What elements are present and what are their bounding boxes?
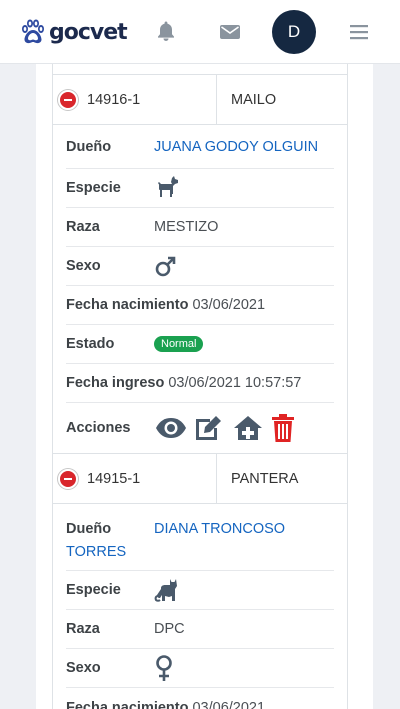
species-label: Especie xyxy=(66,582,121,598)
status-badge: Normal xyxy=(154,336,204,352)
birthdate-row: Fecha nacimiento 03/06/2021 xyxy=(66,688,334,709)
table-row[interactable]: 14916-1 MAILO xyxy=(53,75,347,125)
owner-line-1: DIANA TRONCOSO xyxy=(154,521,286,537)
hospitalize-house-icon[interactable] xyxy=(232,414,264,442)
status-label: Estado xyxy=(66,336,115,352)
record-name-cell: MAILO xyxy=(217,75,347,124)
record-code: 14916-1 xyxy=(87,91,141,108)
species-label: Especie xyxy=(66,180,121,196)
record-name-cell: PANTERA xyxy=(217,454,347,503)
breed-row: Raza MESTIZO xyxy=(66,208,334,247)
male-icon xyxy=(155,256,176,277)
actions-label: Acciones xyxy=(66,420,131,436)
actions-row: Acciones xyxy=(66,403,334,453)
record-code: 14915-1 xyxy=(87,470,141,487)
owner-row: Dueño DIANA TRONCOSO TORRES xyxy=(66,504,334,571)
owner-link[interactable]: JUANA GODOY OLGUIN xyxy=(154,139,318,155)
record-code-cell: 14916-1 xyxy=(53,75,217,124)
entry-date-label: Fecha ingreso xyxy=(66,375,165,391)
birthdate-label: Fecha nacimiento xyxy=(66,297,189,313)
breed-value: DPC xyxy=(154,621,185,637)
brand-logo[interactable]: gocvet xyxy=(19,16,128,48)
species-row: Especie xyxy=(66,571,334,610)
patients-panel: 14916-1 MAILO Dueño JUANA GODOY OLGUIN E… xyxy=(36,64,373,709)
owner-line-2: TORRES xyxy=(66,544,127,560)
dog-icon xyxy=(158,176,178,197)
record-details: Dueño DIANA TRONCOSO TORRES Especie Raza … xyxy=(53,504,347,709)
breed-label: Raza xyxy=(66,621,100,637)
owner-label: Dueño xyxy=(66,138,112,155)
collapse-minus-icon[interactable] xyxy=(58,468,78,489)
status-row: Estado Normal xyxy=(66,325,334,364)
owner-label: Dueño xyxy=(66,521,112,537)
sex-label: Sexo xyxy=(66,660,101,676)
sex-row: Sexo xyxy=(66,649,334,688)
envelope-icon[interactable] xyxy=(220,24,240,40)
patient-name: PANTERA xyxy=(231,470,299,487)
delete-trash-icon[interactable] xyxy=(270,413,296,443)
record-details: Dueño JUANA GODOY OLGUIN Especie Raza ME… xyxy=(53,125,347,454)
breed-row: Raza DPC xyxy=(66,610,334,649)
avatar-initial: D xyxy=(287,22,301,41)
edit-icon[interactable] xyxy=(194,414,226,442)
female-icon xyxy=(156,655,172,681)
table-row[interactable]: 14915-1 PANTERA xyxy=(53,454,347,504)
birthdate-row: Fecha nacimiento 03/06/2021 xyxy=(66,286,334,325)
record-code-cell: 14915-1 xyxy=(53,454,217,503)
cat-icon xyxy=(154,579,177,602)
patients-table: 14916-1 MAILO Dueño JUANA GODOY OLGUIN E… xyxy=(52,64,348,709)
previous-row-edge xyxy=(53,64,347,75)
view-eye-icon[interactable] xyxy=(154,415,188,441)
action-buttons xyxy=(154,413,302,443)
birthdate-value: 03/06/2021 xyxy=(192,297,266,313)
birthdate-label: Fecha nacimiento xyxy=(66,699,189,709)
paw-logo-icon xyxy=(22,19,44,44)
species-row: Especie xyxy=(66,169,334,208)
entry-date-row: Fecha ingreso 03/06/2021 10:57:57 xyxy=(66,364,334,403)
sex-row: Sexo xyxy=(66,247,334,286)
birthdate-value: 03/06/2021 xyxy=(192,699,266,709)
breed-label: Raza xyxy=(66,219,100,235)
patient-name: MAILO xyxy=(231,91,277,108)
sex-label: Sexo xyxy=(66,258,101,274)
collapse-minus-icon[interactable] xyxy=(58,89,78,110)
top-navbar: gocvet D xyxy=(0,0,400,64)
owner-link[interactable]: Dueño DIANA TRONCOSO TORRES xyxy=(66,518,285,564)
entry-date-value: 03/06/2021 10:57:57 xyxy=(168,375,302,391)
user-avatar[interactable]: D xyxy=(272,10,316,54)
bell-icon[interactable] xyxy=(156,20,176,42)
brand-name: gocvet xyxy=(49,19,128,45)
menu-icon[interactable] xyxy=(350,24,368,40)
breed-value: MESTIZO xyxy=(154,219,219,235)
owner-row: Dueño JUANA GODOY OLGUIN xyxy=(66,125,334,169)
